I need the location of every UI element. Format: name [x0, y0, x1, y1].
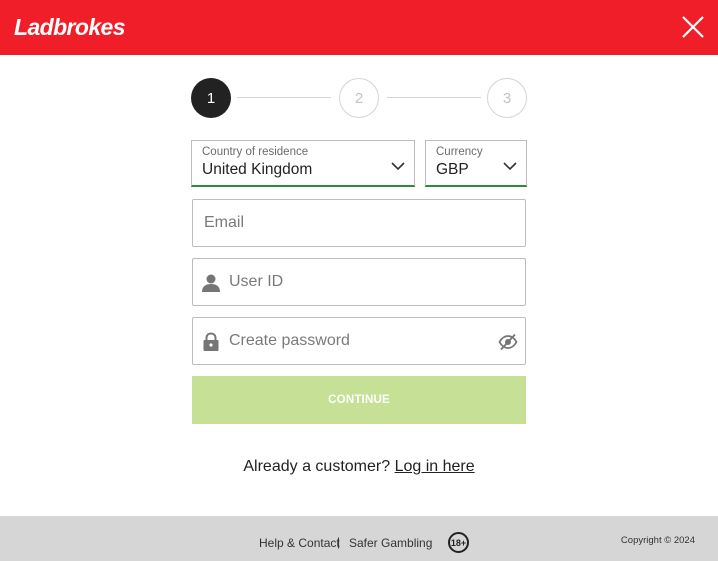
footer-separator: | — [337, 535, 341, 549]
email-field[interactable] — [192, 199, 526, 247]
currency-value: GBP — [436, 161, 469, 178]
close-icon[interactable] — [678, 12, 708, 42]
step-1: 1 — [191, 78, 231, 118]
ladbrokes-logo: Ladbrokes — [14, 14, 126, 40]
currency-label: Currency — [436, 146, 483, 158]
country-value: United Kingdom — [202, 161, 313, 178]
email-input[interactable] — [204, 200, 514, 246]
footer-bar: Help & Contact | Safer Gambling 18+ Copy… — [0, 516, 718, 561]
help-contact-link[interactable]: Help & Contact — [259, 536, 340, 550]
password-field[interactable] — [192, 317, 526, 365]
user-id-input[interactable] — [229, 259, 514, 305]
country-label: Country of residence — [202, 146, 309, 158]
currency-select[interactable]: Currency GBP — [425, 140, 527, 187]
eye-slash-icon[interactable] — [498, 332, 518, 352]
header-bar: Ladbrokes — [0, 0, 718, 55]
login-prompt: Already a customer? Log in here — [0, 458, 718, 476]
user-icon — [201, 273, 221, 293]
age-18-badge: 18+ — [448, 532, 469, 553]
login-prompt-text: Already a customer? — [243, 458, 391, 475]
lock-icon — [202, 332, 222, 352]
step-connector — [237, 97, 331, 98]
password-input[interactable] — [229, 318, 489, 364]
login-link[interactable]: Log in here — [395, 458, 475, 475]
continue-button[interactable]: CONTINUE — [192, 376, 526, 424]
user-id-field[interactable] — [192, 258, 526, 306]
country-select[interactable]: Country of residence United Kingdom — [191, 140, 415, 187]
chevron-down-icon — [503, 158, 517, 171]
step-indicator: 1 2 3 — [191, 78, 527, 118]
step-2: 2 — [339, 78, 379, 118]
chevron-down-icon — [391, 158, 405, 171]
safer-gambling-link[interactable]: Safer Gambling — [349, 536, 432, 550]
copyright-text: Copyright © 2024 — [620, 535, 695, 546]
step-3: 3 — [487, 78, 527, 118]
step-connector — [387, 97, 481, 98]
